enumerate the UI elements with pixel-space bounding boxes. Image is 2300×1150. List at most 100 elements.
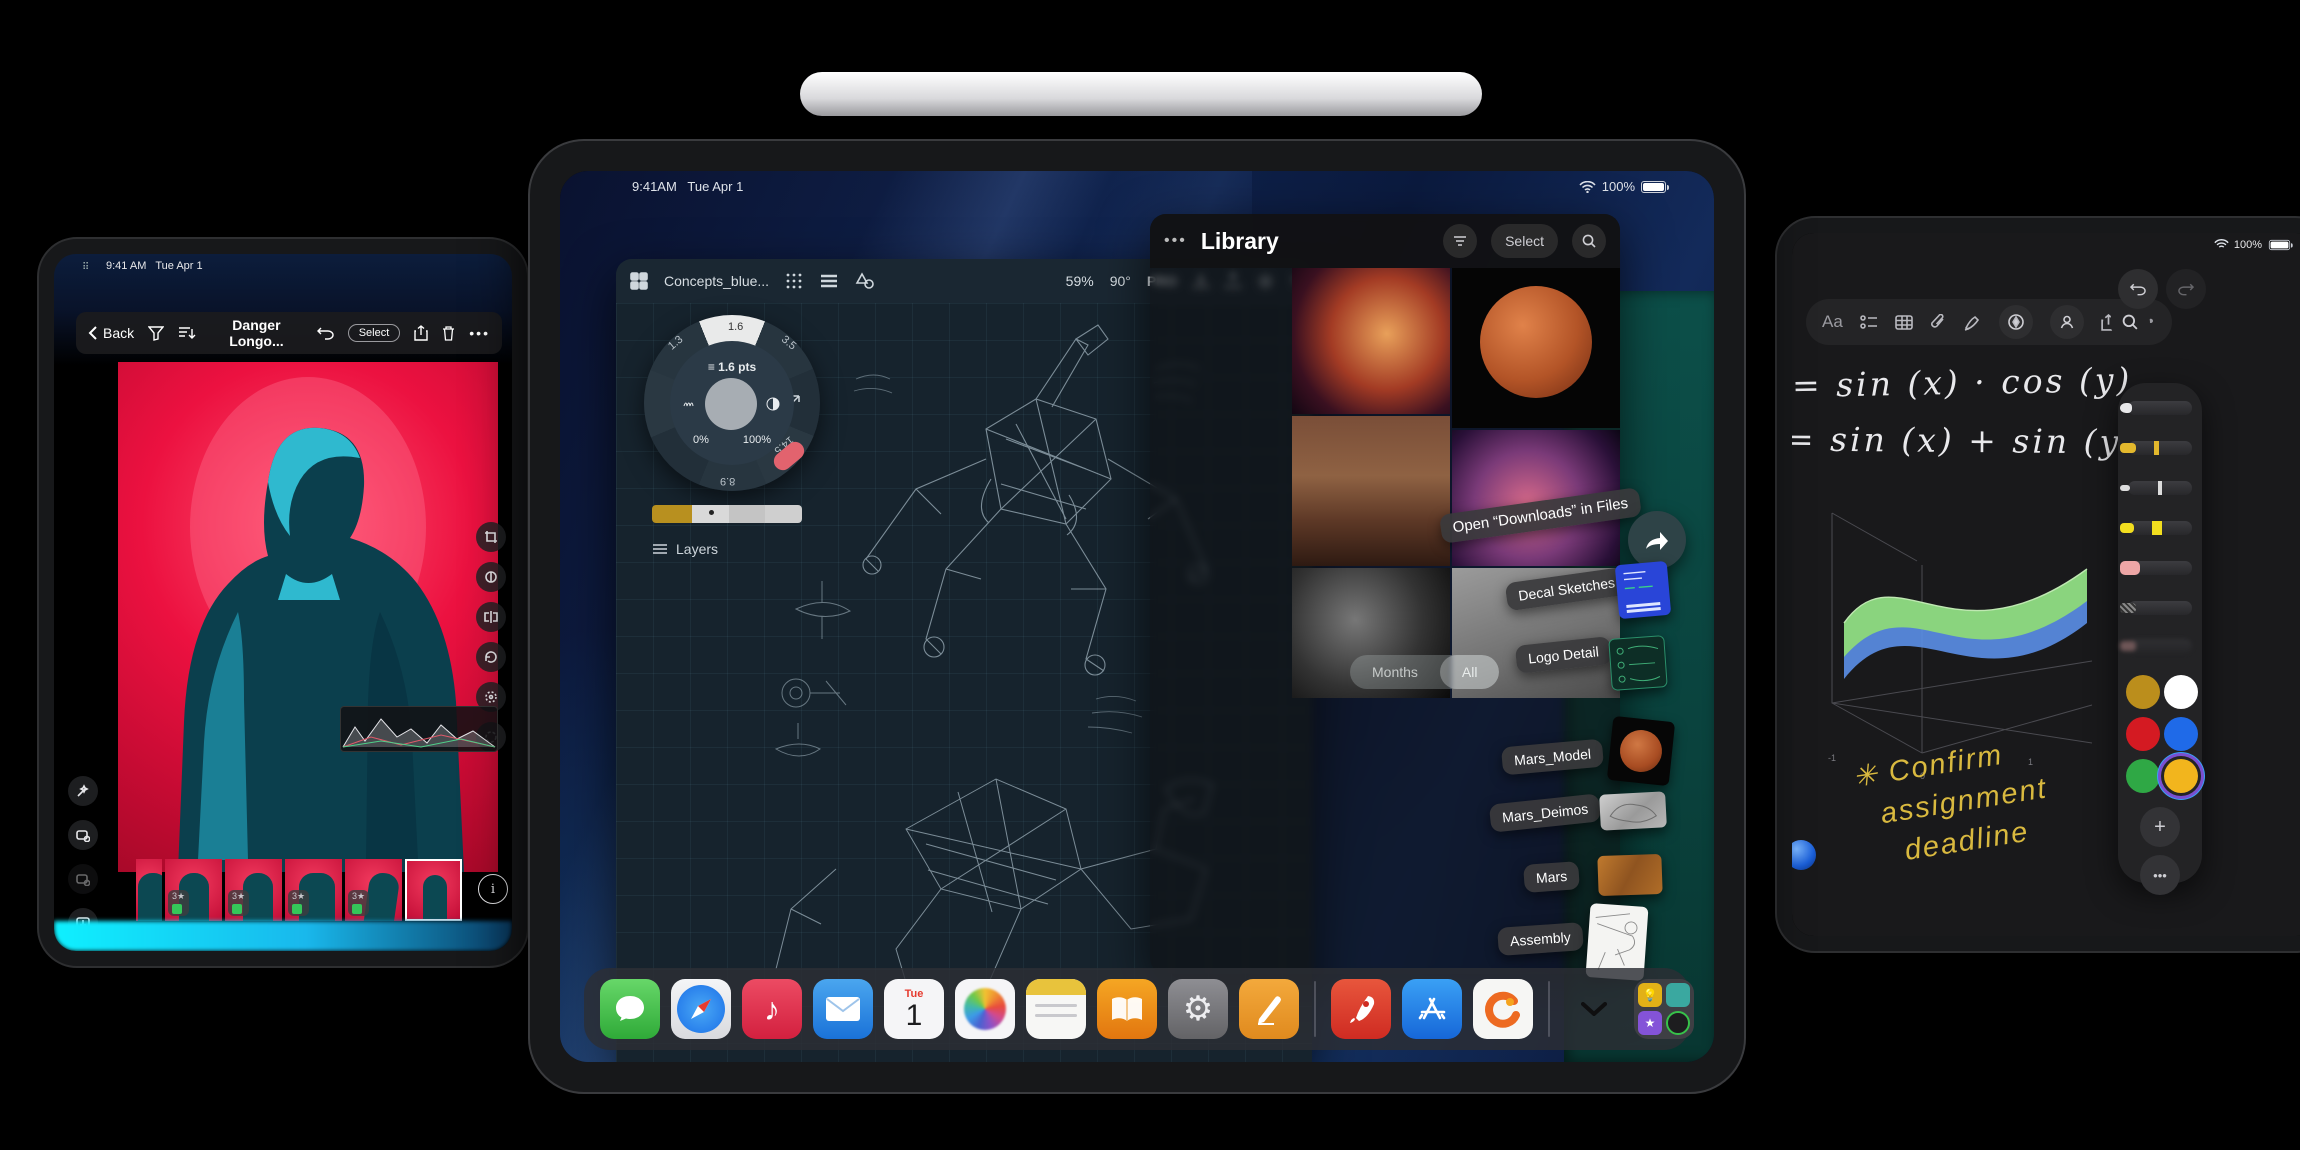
app-calendar[interactable]: Tue 1	[884, 979, 944, 1039]
photo-orange-nebula[interactable]	[1292, 268, 1450, 414]
filmstrip-thumb-selected[interactable]	[405, 859, 462, 921]
filmstrip-thumb[interactable]: 3★	[345, 859, 402, 921]
auto-enhance-icon[interactable]	[68, 776, 98, 806]
app-rocket[interactable]	[1331, 979, 1391, 1039]
zoom-level[interactable]: 59%	[1066, 273, 1094, 289]
back-button[interactable]: Back	[88, 325, 134, 341]
filmstrip-thumb[interactable]: 3★	[165, 859, 222, 921]
swatch-gray2[interactable]	[765, 505, 802, 523]
segment-all[interactable]: All	[1440, 655, 1500, 689]
format-button[interactable]: Aa	[1822, 312, 1843, 332]
app-concepts[interactable]	[1473, 979, 1533, 1039]
app-linea[interactable]	[1239, 979, 1299, 1039]
swatch-green[interactable]	[2126, 759, 2160, 793]
drag-share-button[interactable]	[1628, 511, 1686, 569]
eraser-tool[interactable]	[2128, 561, 2192, 575]
photo-desert[interactable]	[1292, 416, 1450, 566]
fineliner-tool[interactable]	[2128, 481, 2192, 495]
app-settings[interactable]: ⚙	[1168, 979, 1228, 1039]
swatch-red[interactable]	[2126, 717, 2160, 751]
app-menu-dots-icon[interactable]: ⠿	[82, 262, 91, 273]
filmstrip-thumb[interactable]: 3★	[285, 859, 342, 921]
rotation-value[interactable]: 90°	[1110, 273, 1131, 289]
add-color-button[interactable]: +	[2140, 807, 2180, 847]
table-icon[interactable]	[1895, 315, 1913, 330]
app-safari[interactable]	[671, 979, 731, 1039]
crop-icon[interactable]	[476, 522, 506, 552]
app-notes[interactable]	[1026, 979, 1086, 1039]
export-pending-icon[interactable]	[68, 864, 98, 894]
layers-stack-icon[interactable]	[819, 273, 839, 289]
app-music[interactable]: ♪	[742, 979, 802, 1039]
photos-flower-icon	[964, 988, 1006, 1030]
shading-pencil-tool[interactable]	[2128, 601, 2192, 615]
pencil-tool-button[interactable]	[1999, 305, 2033, 339]
sort-icon[interactable]	[178, 326, 196, 340]
more-button[interactable]: •••	[469, 325, 490, 341]
share-icon[interactable]	[414, 325, 428, 341]
highlighter-tool[interactable]	[2128, 521, 2192, 535]
dock-expand-button[interactable]	[1565, 1002, 1623, 1016]
filmstrip-thumb[interactable]	[136, 859, 162, 921]
photo-mars[interactable]	[1452, 268, 1620, 428]
segment-months[interactable]: Months	[1350, 655, 1440, 689]
brush-wheel[interactable]: 1.3 1.6 3.5 14.5 8.9 ≡ 1.6 pts	[644, 315, 820, 491]
logo-sticker-green[interactable]	[1608, 635, 1667, 691]
swatch-olive[interactable]	[2126, 675, 2160, 709]
markup-pen-icon[interactable]	[1963, 314, 1982, 331]
swatch-yellow-selected[interactable]	[2164, 759, 2198, 793]
checklist-icon[interactable]	[1860, 314, 1878, 330]
info-button[interactable]: i	[478, 874, 508, 904]
library-more-button[interactable]: •••	[1164, 232, 1187, 250]
app-appstore[interactable]	[1402, 979, 1462, 1039]
thumb-mars-surface[interactable]	[1597, 854, 1662, 896]
swatch-blue[interactable]	[2164, 717, 2198, 751]
flip-icon[interactable]	[476, 602, 506, 632]
undo-icon[interactable]	[317, 326, 334, 340]
library-filter-button[interactable]	[1443, 224, 1477, 258]
back-label: Back	[103, 325, 134, 341]
library-search-button[interactable]	[1572, 224, 1606, 258]
pencil-tool[interactable]	[2128, 401, 2192, 415]
brush-wheel-inner[interactable]: ≡ 1.6 pts 0% 100%	[670, 341, 794, 465]
gallery-icon[interactable]	[630, 272, 648, 290]
undo-button[interactable]	[2118, 269, 2158, 309]
swatch-light[interactable]	[692, 505, 729, 523]
app-messages[interactable]	[600, 979, 660, 1039]
color-strip[interactable]	[652, 505, 802, 523]
layers-toggle[interactable]: Layers	[652, 541, 718, 557]
brush-size-1-6[interactable]: 1.6	[728, 321, 743, 333]
library-select-button[interactable]: Select	[1491, 224, 1558, 258]
rotate-icon[interactable]	[476, 642, 506, 672]
decal-sticker-blue[interactable]	[1615, 561, 1672, 619]
fountain-pen-tool[interactable]	[2128, 441, 2192, 455]
brush-size-8-9[interactable]: 8.9	[720, 475, 735, 487]
trash-icon[interactable]	[442, 326, 455, 341]
inactive-pen-tool[interactable]	[2128, 639, 2192, 653]
swatch-gray1[interactable]	[729, 505, 766, 523]
thumb-mars-deimos[interactable]	[1599, 791, 1667, 830]
paperclip-icon[interactable]	[1930, 314, 1946, 331]
swatch-olive[interactable]	[652, 505, 692, 523]
collaborate-button[interactable]	[2050, 305, 2084, 339]
flag-square	[352, 904, 362, 914]
shapes-icon[interactable]	[855, 272, 875, 290]
filter-funnel-icon[interactable]	[148, 326, 164, 341]
left-status-time: 9:41 AM	[106, 260, 146, 272]
select-button[interactable]: Select	[348, 324, 401, 342]
photo-toolbar: Back Danger Longo... Select •••	[76, 312, 502, 354]
library-scope-segmented[interactable]: Months All	[1350, 655, 1499, 689]
adjust-icon[interactable]	[476, 562, 506, 592]
app-folder-widgets[interactable]: 💡 ★	[1634, 979, 1694, 1039]
app-mail[interactable]	[813, 979, 873, 1039]
filmstrip-thumb[interactable]: 3★	[225, 859, 282, 921]
precision-grid-icon[interactable]	[785, 272, 803, 290]
thumb-mars-model[interactable]	[1607, 716, 1675, 786]
swatch-white[interactable]	[2164, 675, 2198, 709]
palette-more-button[interactable]: •••	[2140, 855, 2180, 895]
app-books[interactable]	[1097, 979, 1157, 1039]
doc-title[interactable]: Concepts_blue...	[664, 273, 769, 289]
export-reject-icon[interactable]	[68, 820, 98, 850]
redo-button[interactable]	[2166, 269, 2206, 309]
app-photos[interactable]	[955, 979, 1015, 1039]
